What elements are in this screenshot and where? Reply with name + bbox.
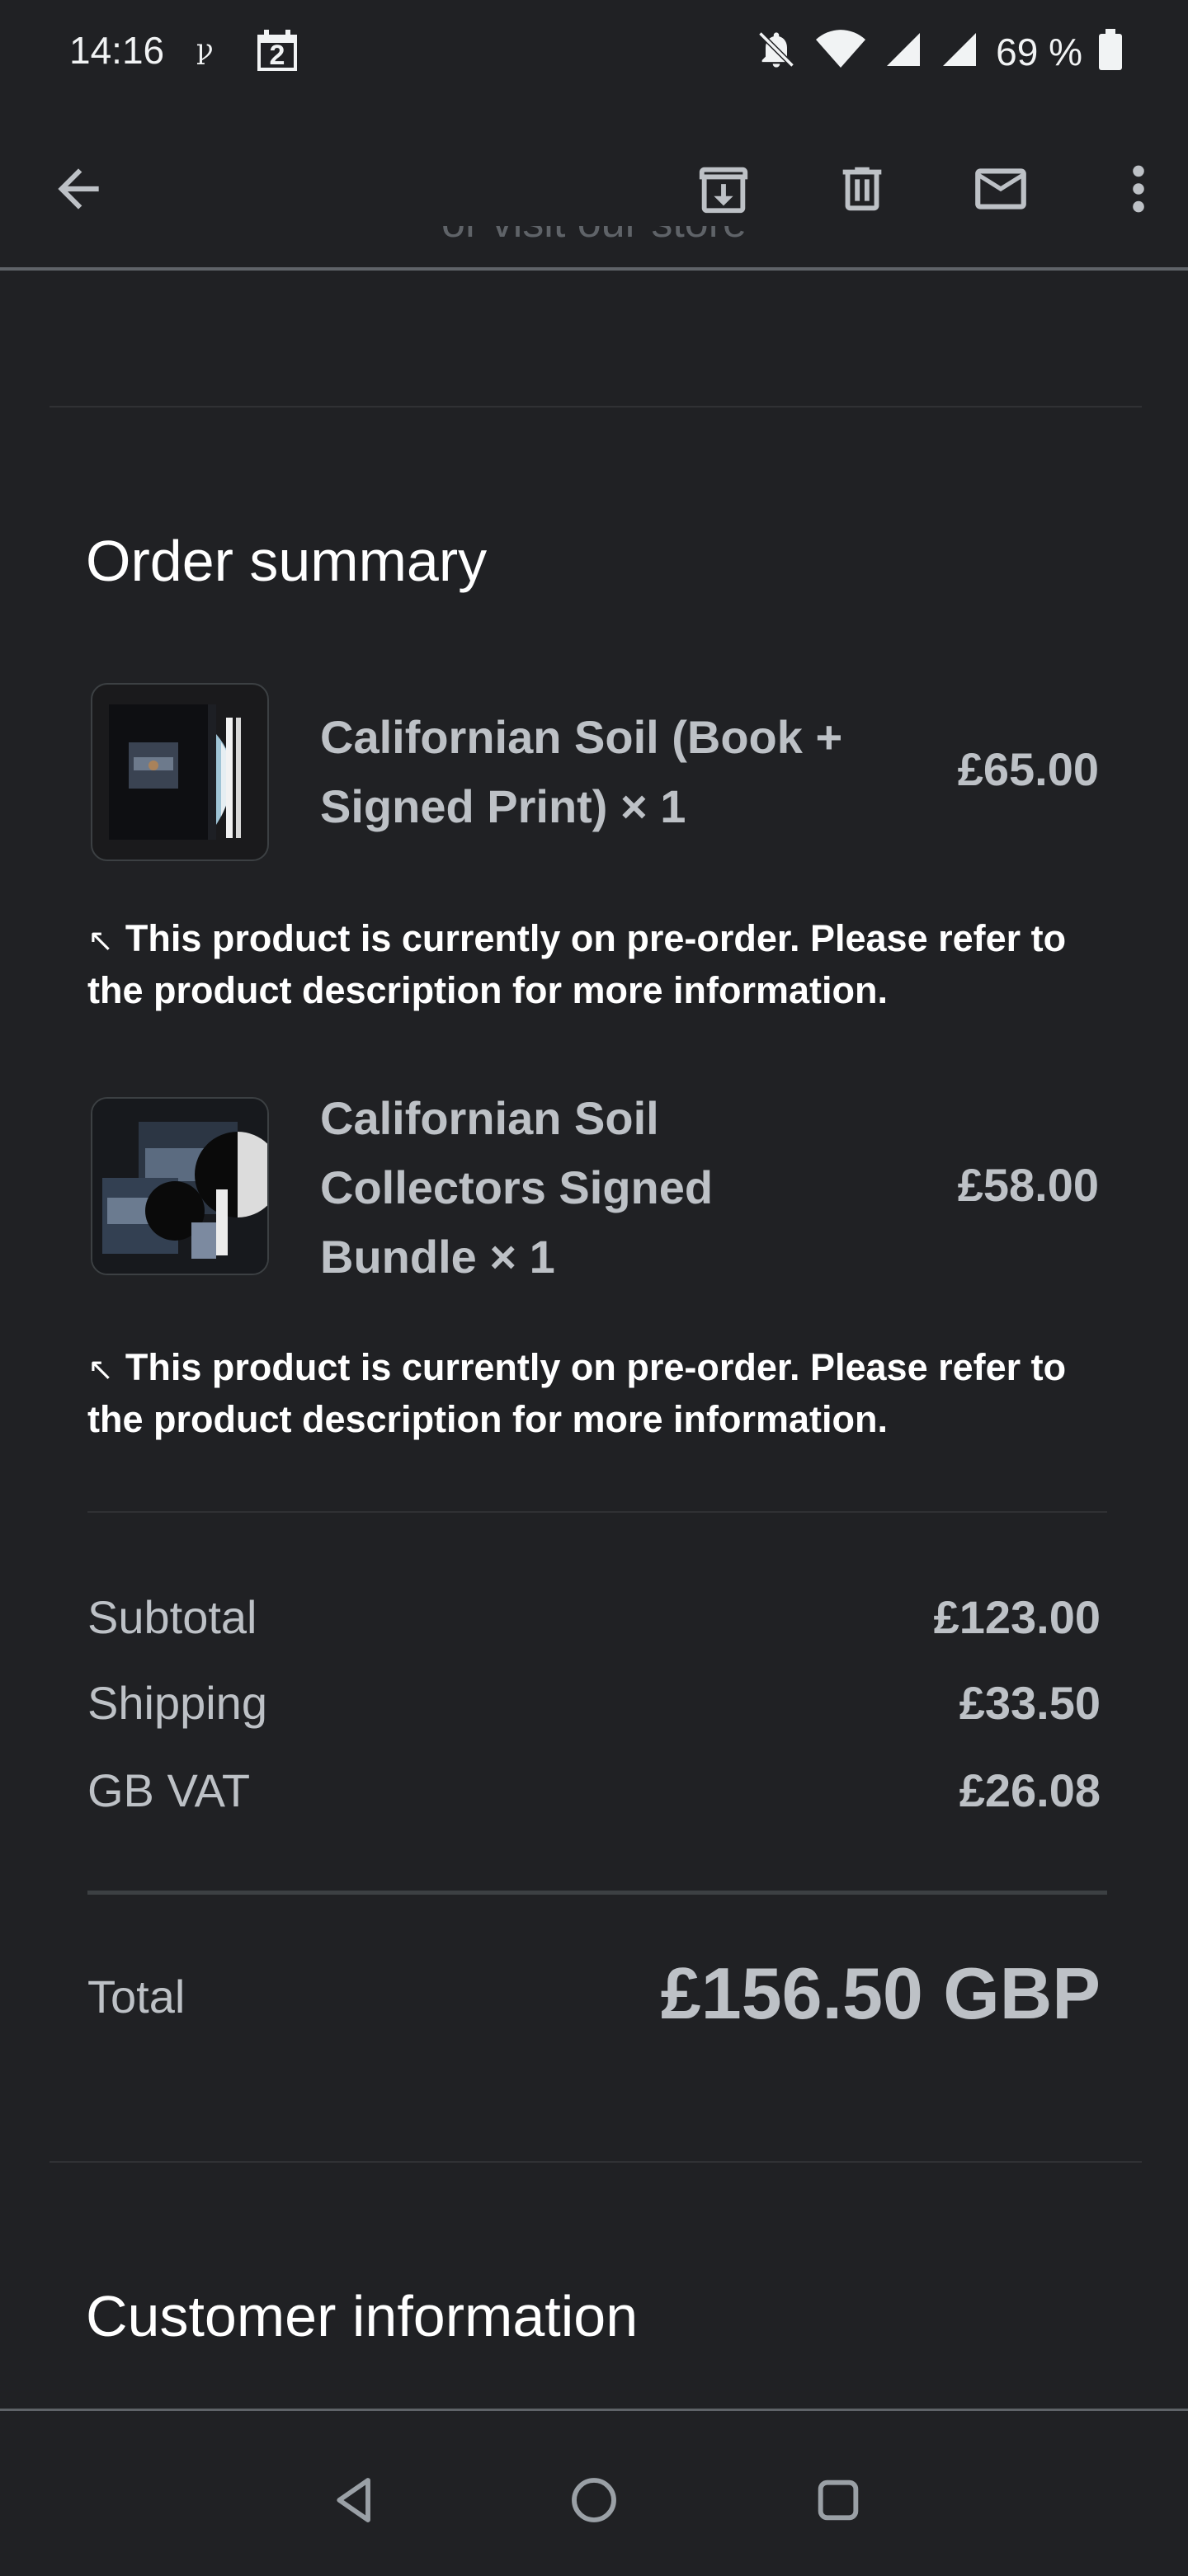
subtotal-value: £123.00 bbox=[933, 1591, 1101, 1643]
notifications-off-icon bbox=[755, 28, 798, 75]
preorder-note: ↖ This product is currently on pre-order.… bbox=[87, 1346, 1067, 1440]
total-label: Total bbox=[87, 1971, 186, 2023]
calendar-day: 2 bbox=[269, 40, 285, 71]
status-time: 14:16 bbox=[69, 29, 165, 72]
square-recents-icon bbox=[818, 2479, 859, 2521]
nav-back-button[interactable] bbox=[322, 2467, 388, 2533]
subtotal-label: Subtotal bbox=[87, 1591, 257, 1643]
status-left-icons: ꝩ 2 bbox=[195, 28, 300, 74]
vat-value: £26.08 bbox=[959, 1764, 1101, 1816]
shipping-value: £33.50 bbox=[959, 1677, 1101, 1729]
more-vert-icon bbox=[1133, 165, 1144, 213]
triangle-back-icon bbox=[337, 2478, 370, 2522]
wallet-icon: ꝩ bbox=[195, 29, 236, 74]
section-divider bbox=[50, 2161, 1142, 2163]
total-divider bbox=[87, 1891, 1107, 1895]
product-price: £65.00 bbox=[957, 743, 1099, 795]
svg-text:ꝩ: ꝩ bbox=[196, 33, 214, 66]
product-name: Californian Soil Collectors Signed Bundl… bbox=[320, 1092, 714, 1283]
signal-icon-2 bbox=[940, 30, 979, 73]
preorder-note: ↖ This product is currently on pre-order.… bbox=[87, 917, 1067, 1011]
archive-icon bbox=[699, 167, 748, 214]
shipping-label: Shipping bbox=[87, 1677, 267, 1729]
calendar-icon: 2 bbox=[254, 28, 300, 74]
section-divider bbox=[50, 406, 1142, 407]
system-navigation-bar bbox=[0, 2409, 1188, 2576]
delete-button[interactable] bbox=[832, 158, 893, 219]
status-right-icons: 69 % bbox=[755, 28, 1122, 75]
battery-percent: 69 % bbox=[996, 30, 1082, 73]
wifi-icon bbox=[814, 28, 867, 75]
circle-home-icon bbox=[572, 2478, 616, 2522]
product-name: Californian Soil (Book + Signed Print) ×… bbox=[320, 711, 843, 832]
mail-icon bbox=[975, 168, 1026, 210]
mark-unread-button[interactable] bbox=[970, 158, 1031, 219]
back-button[interactable] bbox=[48, 158, 109, 219]
order-summary-title: Order summary bbox=[86, 529, 488, 593]
app-bar-divider bbox=[0, 267, 1188, 271]
nav-recents-button[interactable] bbox=[805, 2467, 871, 2533]
signal-icon bbox=[884, 30, 923, 73]
nav-home-button[interactable] bbox=[561, 2467, 627, 2533]
total-value: £156.50 GBP bbox=[660, 1952, 1101, 2034]
book-print-image bbox=[109, 704, 241, 840]
arrow-back-icon bbox=[58, 168, 99, 210]
arrow-up-left-icon: ↖ bbox=[87, 1353, 114, 1387]
vat-label: GB VAT bbox=[87, 1764, 251, 1816]
toolbar-actions bbox=[693, 158, 1155, 219]
trash-icon bbox=[842, 167, 882, 211]
archive-button[interactable] bbox=[693, 158, 754, 219]
customer-information-title: Customer information bbox=[86, 2284, 639, 2348]
product-price: £58.00 bbox=[957, 1159, 1099, 1211]
product-thumbnail bbox=[91, 683, 269, 861]
product-thumbnail bbox=[91, 1097, 269, 1275]
collectors-bundle-image bbox=[92, 1099, 267, 1274]
more-options-button[interactable] bbox=[1122, 158, 1155, 219]
items-divider bbox=[87, 1511, 1107, 1513]
battery-icon bbox=[1099, 29, 1122, 74]
cut-off-link-text: or visit our store bbox=[396, 226, 792, 269]
arrow-up-left-icon: ↖ bbox=[87, 924, 114, 958]
status-bar: 14:16 ꝩ 2 69 % bbox=[0, 0, 1188, 107]
